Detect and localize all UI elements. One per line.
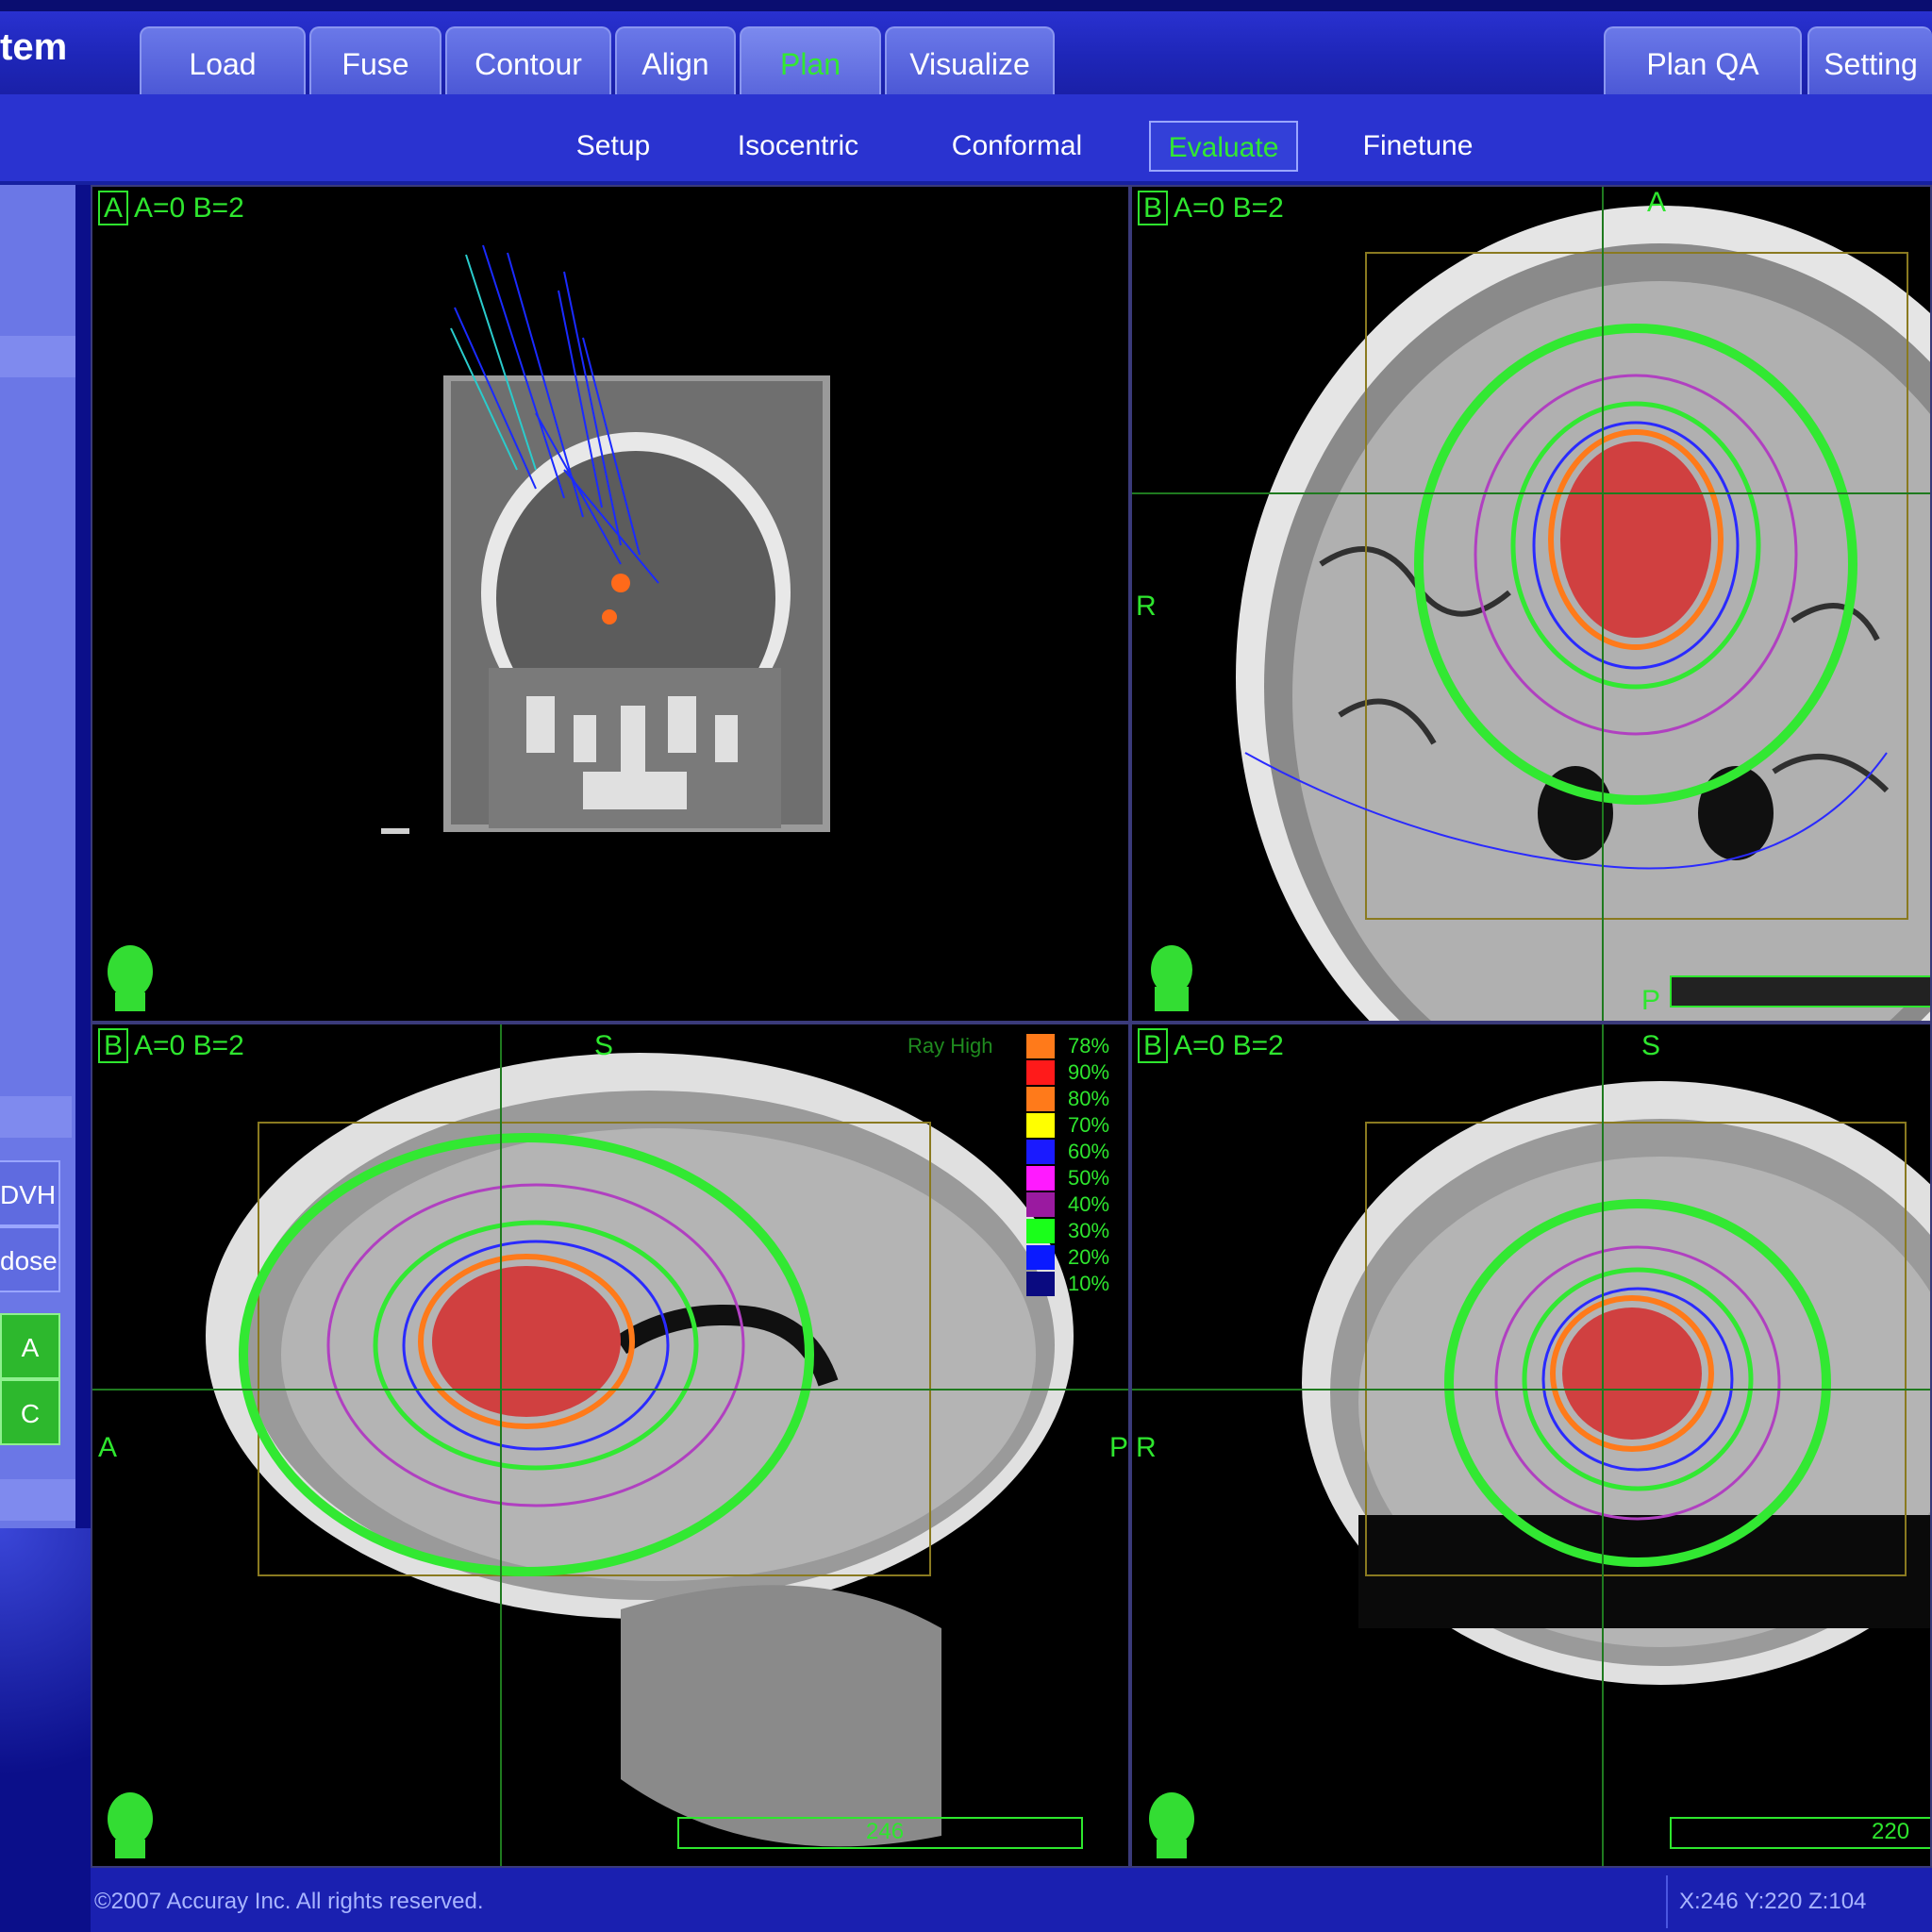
viewport-top-right[interactable]: B A=0 B=2 A R P — [1130, 185, 1932, 1023]
crosshair-vertical — [1602, 187, 1604, 1021]
crosshair-horizontal — [92, 1389, 1128, 1391]
dose-legend-swatch — [1026, 1034, 1055, 1058]
tab-plan[interactable]: Plan — [740, 26, 881, 94]
crosshair-horizontal — [1132, 492, 1930, 494]
view-c-button[interactable]: C — [0, 1379, 60, 1445]
subtab-setup[interactable]: Setup — [557, 121, 670, 172]
dose-legend-label: 10% — [1068, 1272, 1110, 1295]
left-panel-header — [0, 336, 75, 377]
tab-fuse[interactable]: Fuse — [309, 26, 441, 94]
viewport-bottom-right[interactable]: B A=0 B=2 S R 220 — [1130, 1023, 1932, 1868]
orientation-left: A — [98, 1432, 118, 1463]
sagittal-mri-image — [206, 1053, 1074, 1847]
dose-legend-swatch — [1026, 1219, 1055, 1243]
dose-legend-swatch — [1026, 1192, 1055, 1217]
left-panel-section — [0, 185, 75, 336]
left-panel-header-2 — [0, 1096, 72, 1138]
orientation-left: R — [1136, 1432, 1157, 1463]
dose-legend-swatch — [1026, 1272, 1055, 1296]
head-orientation-icon[interactable] — [1143, 941, 1200, 1013]
tab-visualize[interactable]: Visualize — [885, 26, 1055, 94]
left-panel-curve — [0, 1528, 91, 1868]
dose-legend-label: 20% — [1068, 1245, 1110, 1269]
dose-legend-swatch — [1026, 1060, 1055, 1085]
dose-legend-label: 90% — [1068, 1060, 1110, 1084]
left-panel-footer — [0, 1479, 75, 1521]
head-orientation-icon[interactable] — [1143, 1789, 1200, 1860]
status-divider — [1666, 1875, 1668, 1928]
subtab-isocentric[interactable]: Isocentric — [723, 121, 874, 172]
tab-load[interactable]: Load — [140, 26, 306, 94]
dose-legend-label: 60% — [1068, 1140, 1110, 1163]
app-title: tem — [0, 26, 68, 68]
orientation-right: P — [1109, 1432, 1129, 1463]
dose-legend-label: 40% — [1068, 1192, 1110, 1216]
top-border — [0, 0, 1932, 11]
orientation-bottom: P — [1641, 985, 1661, 1016]
dose-legend-swatch — [1026, 1245, 1055, 1270]
subtab-evaluate[interactable]: Evaluate — [1149, 121, 1298, 172]
tab-setting[interactable]: Setting — [1807, 26, 1932, 94]
tab-align[interactable]: Align — [615, 26, 736, 94]
coronal-mri-image — [1302, 1081, 1930, 1685]
dose-legend-label: 50% — [1068, 1166, 1110, 1190]
orientation-left: R — [1136, 591, 1157, 622]
head-orientation-icon[interactable] — [102, 1789, 158, 1860]
copyright-text: ©2007 Accuray Inc. All rights reserved. — [94, 1889, 484, 1914]
slice-value: 220 — [1872, 1819, 1910, 1844]
crosshair-horizontal — [1132, 1389, 1930, 1391]
slice-slider[interactable] — [1670, 975, 1930, 1008]
cursor-coordinates: X:246 Y:220 Z:104 — [1679, 1889, 1867, 1914]
subtab-finetune[interactable]: Finetune — [1347, 121, 1489, 172]
dose-legend-label: 80% — [1068, 1087, 1110, 1110]
orientation-top: A — [1647, 187, 1667, 218]
tab-contour[interactable]: Contour — [445, 26, 611, 94]
slice-value: 246 — [866, 1819, 905, 1844]
dose-legend-swatch — [1026, 1140, 1055, 1164]
dose-legend-swatch — [1026, 1113, 1055, 1138]
axial-mri-image — [1236, 206, 1930, 1021]
viewport-top-left[interactable]: A A=0 B=2 — [91, 185, 1130, 1023]
dose-legend-label: 30% — [1068, 1219, 1110, 1242]
viewport-bottom-left[interactable]: B A=0 B=2 S A P Ray High 78% 90% 80% 70% 60% 5… — [91, 1023, 1130, 1868]
coronal-ct-image — [381, 244, 830, 834]
dose-legend-label: 78% — [1068, 1034, 1110, 1058]
head-orientation-icon[interactable] — [102, 941, 158, 1013]
dose-legend-label: 70% — [1068, 1113, 1110, 1137]
dose-legend-swatch — [1026, 1166, 1055, 1191]
dvh-button[interactable]: DVH — [0, 1160, 60, 1226]
orientation-top: S — [594, 1030, 614, 1061]
subtab-conformal[interactable]: Conformal — [934, 121, 1100, 172]
crosshair-vertical — [500, 1024, 502, 1866]
tab-plan-qa[interactable]: Plan QA — [1604, 26, 1802, 94]
orientation-top: S — [1641, 1030, 1661, 1061]
dose-button[interactable]: dose — [0, 1226, 60, 1292]
crosshair-vertical — [1602, 1024, 1604, 1866]
dose-legend-title: Ray High — [908, 1034, 993, 1058]
view-a-button[interactable]: A — [0, 1313, 60, 1379]
dose-legend-swatch — [1026, 1087, 1055, 1111]
